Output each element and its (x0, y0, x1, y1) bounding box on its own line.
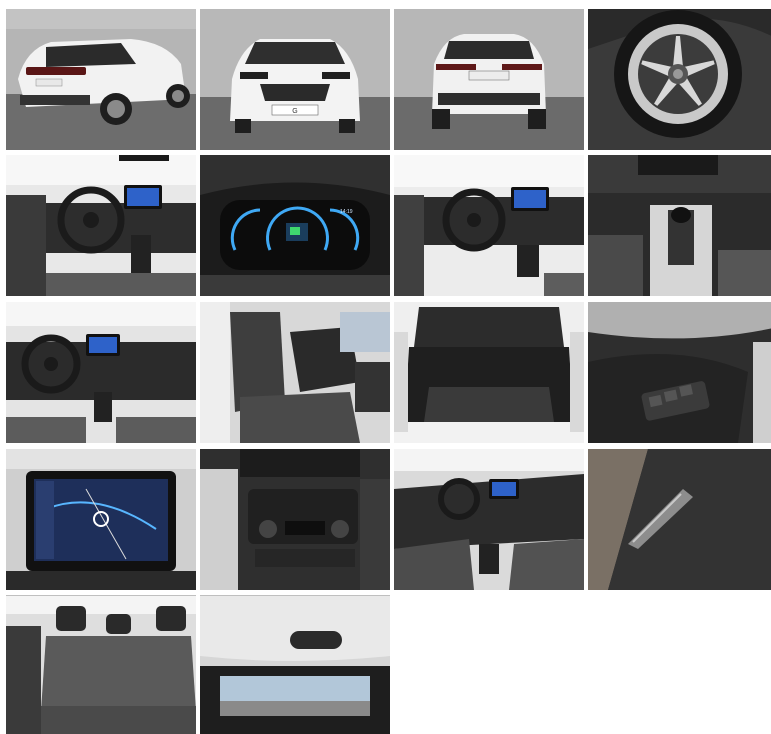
photo-dashboard-driver-side[interactable] (6, 155, 196, 296)
photo-gear-shifter[interactable] (588, 155, 771, 296)
photo-dashboard-wide[interactable] (394, 155, 584, 296)
photo-trunk[interactable] (394, 302, 584, 443)
photo-exterior-front[interactable]: G (200, 9, 390, 150)
touchscreen-image (6, 449, 196, 590)
photo-rear-seats[interactable] (6, 595, 196, 734)
photo-gallery: G 14:19 (0, 0, 771, 734)
photo-dashboard-passenger-view[interactable] (394, 449, 584, 590)
photo-touchscreen-navigation[interactable] (6, 449, 196, 590)
instrument-cluster-image: 14:19 (200, 155, 390, 296)
photo-front-seats[interactable] (200, 302, 390, 443)
photo-exterior-rear-three-quarter[interactable] (6, 9, 196, 150)
photo-exterior-rear[interactable] (394, 9, 584, 150)
photo-door-window-switches[interactable] (588, 302, 771, 443)
car-front-image: G (200, 9, 390, 150)
alloy-wheel-image (588, 9, 771, 150)
photo-instrument-cluster[interactable]: 14:19 (200, 155, 390, 296)
car-rear-image (394, 9, 584, 150)
front-seats-image (200, 302, 390, 443)
rear-seats-image (6, 596, 196, 734)
trunk-image (394, 302, 584, 443)
photo-door-handle-detail[interactable] (588, 449, 771, 590)
dashboard-wide-image (394, 155, 584, 296)
dashboard-steering-image (6, 302, 196, 443)
photo-climate-controls[interactable] (200, 449, 390, 590)
dashboard-passenger-image (394, 449, 584, 590)
gear-shifter-image (588, 155, 771, 296)
dashboard-driver-image (6, 155, 196, 296)
door-switches-image (588, 302, 771, 443)
photo-alloy-wheel[interactable] (588, 9, 771, 150)
photo-tailgate-interior[interactable] (200, 595, 390, 734)
climate-controls-image (200, 449, 390, 590)
door-handle-image (588, 449, 771, 590)
cluster-clock-text: 14:19 (340, 209, 353, 215)
tailgate-image (200, 596, 390, 734)
car-rear-three-quarter-image (6, 9, 196, 150)
photo-dashboard-steering-wheel[interactable] (6, 302, 196, 443)
front-plate-text: G (292, 108, 297, 115)
